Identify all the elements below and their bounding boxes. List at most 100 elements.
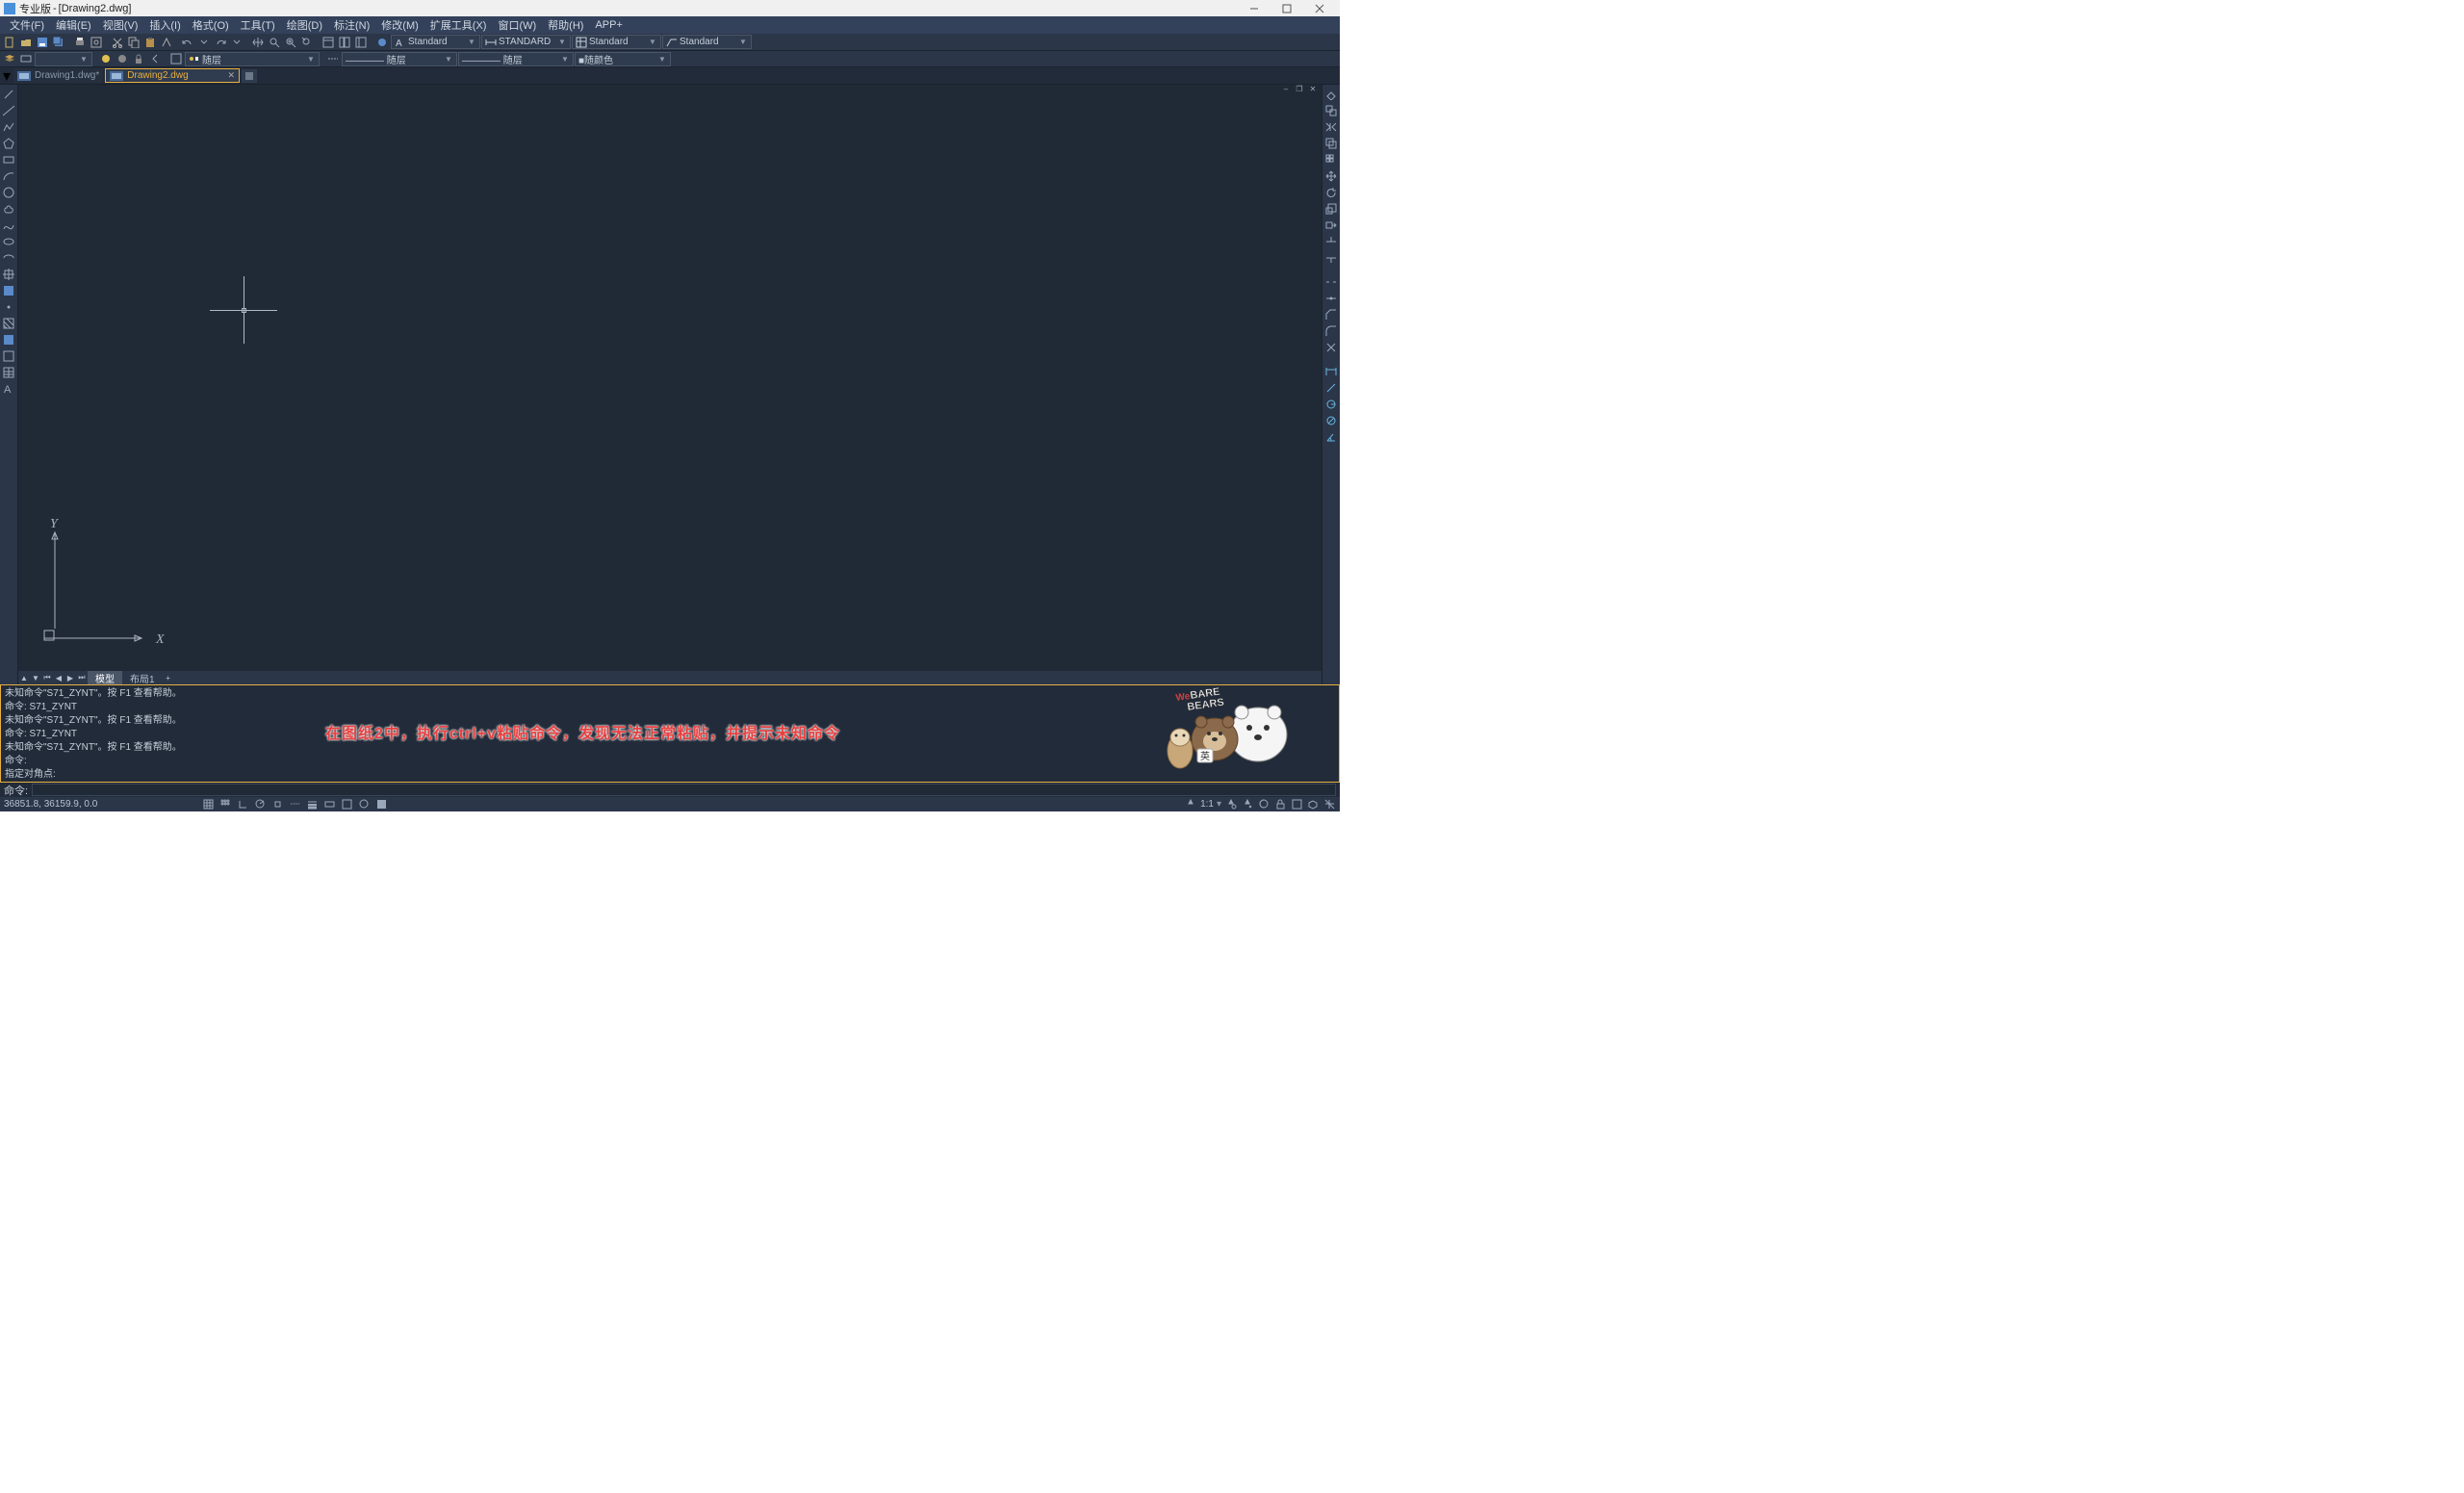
menu-tool[interactable]: 工具(T)	[235, 16, 281, 34]
offset-icon[interactable]	[1324, 136, 1339, 150]
drawing-canvas[interactable]: X Y	[18, 92, 1322, 671]
mleaderstyle-combo[interactable]: Standard ▼	[662, 35, 752, 49]
undo-icon[interactable]	[180, 35, 195, 49]
save-icon[interactable]	[35, 35, 50, 49]
circle-icon[interactable]	[2, 185, 16, 199]
ortho-icon[interactable]	[236, 798, 249, 811]
menu-insert[interactable]: 插入(I)	[143, 16, 186, 34]
mirror-icon[interactable]	[1324, 119, 1339, 134]
osnap-icon[interactable]	[270, 798, 284, 811]
menu-dim[interactable]: 标注(N)	[328, 16, 375, 34]
dim-dia-icon[interactable]	[1324, 413, 1339, 427]
layer-lock-icon[interactable]	[131, 52, 146, 66]
color-combo[interactable]: ■随颜色 ▼	[575, 52, 671, 66]
tab-drawing2[interactable]: Drawing2.dwg ✕	[105, 68, 240, 83]
menu-view[interactable]: 视图(V)	[97, 16, 144, 34]
lineweight-combo[interactable]: ———— 随层 ▼	[458, 52, 574, 66]
snap-icon[interactable]	[218, 798, 232, 811]
mtext-icon[interactable]: A	[2, 381, 16, 396]
menu-format[interactable]: 格式(O)	[187, 16, 235, 34]
close-icon[interactable]: ✕	[227, 72, 235, 80]
cut-icon[interactable]	[110, 35, 125, 49]
zoom-win-icon[interactable]	[283, 35, 298, 49]
menu-app[interactable]: APP+	[589, 16, 628, 34]
textstyle-combo[interactable]: A Standard ▼	[391, 35, 480, 49]
extend-icon[interactable]	[1324, 250, 1339, 265]
toolpal-icon[interactable]	[353, 35, 369, 49]
chamfer-icon[interactable]	[1324, 307, 1339, 322]
tab-drawing1[interactable]: Drawing1.dwg*	[13, 68, 103, 83]
redo-icon[interactable]	[213, 35, 228, 49]
sc-icon[interactable]	[357, 798, 371, 811]
menu-window[interactable]: 窗口(W)	[492, 16, 542, 34]
copy-obj-icon[interactable]	[1324, 103, 1339, 117]
fillet-icon[interactable]	[1324, 323, 1339, 338]
tab-add-button[interactable]	[242, 69, 257, 83]
join-icon[interactable]	[1324, 291, 1339, 305]
block-icon[interactable]	[2, 283, 16, 297]
doc-restore-icon[interactable]: ❐	[1295, 86, 1304, 92]
layer-freeze-icon[interactable]	[98, 52, 114, 66]
lwt-icon[interactable]	[305, 798, 319, 811]
trim-icon[interactable]	[1324, 234, 1339, 248]
dcenter-icon[interactable]	[337, 35, 352, 49]
layer-combo[interactable]: 随层 ▼	[185, 52, 320, 66]
ellipse-icon[interactable]	[2, 234, 16, 248]
clean-icon[interactable]	[1322, 798, 1336, 811]
rotate-icon[interactable]	[1324, 185, 1339, 199]
close-button[interactable]	[1303, 0, 1336, 16]
dimstyle-combo[interactable]: STANDARD ▼	[481, 35, 571, 49]
layout-1-tab[interactable]: 布局1	[122, 671, 163, 684]
layer-iso-icon[interactable]	[168, 52, 184, 66]
layout-nav-down-icon[interactable]: ▼	[30, 672, 41, 683]
new-icon[interactable]	[2, 35, 17, 49]
hatch-icon[interactable]	[2, 316, 16, 330]
doc-minimize-icon[interactable]: –	[1281, 86, 1291, 92]
array-icon[interactable]	[1324, 152, 1339, 167]
pline-icon[interactable]	[2, 119, 16, 134]
ws-icon[interactable]	[1257, 798, 1270, 811]
region-icon[interactable]	[2, 348, 16, 363]
layer-filter-combo[interactable]: ▼	[35, 52, 92, 66]
pan-icon[interactable]	[250, 35, 266, 49]
break-icon[interactable]	[1324, 274, 1339, 289]
layout-prev-icon[interactable]: ◀	[53, 672, 64, 683]
xline-icon[interactable]	[2, 103, 16, 117]
explode-icon[interactable]	[1324, 340, 1339, 354]
dim-aligned-icon[interactable]	[1324, 380, 1339, 395]
grid-icon[interactable]	[201, 798, 215, 811]
menu-ext[interactable]: 扩展工具(X)	[424, 16, 493, 34]
layout-first-icon[interactable]: ⏮	[41, 672, 53, 683]
arc-icon[interactable]	[2, 168, 16, 183]
render-icon[interactable]	[374, 35, 390, 49]
revcloud-icon[interactable]	[2, 201, 16, 216]
ellipse-arc-icon[interactable]	[2, 250, 16, 265]
hw-icon[interactable]	[1290, 798, 1303, 811]
dim-ang-icon[interactable]	[1324, 429, 1339, 444]
menu-file[interactable]: 文件(F)	[4, 16, 50, 34]
preview-icon[interactable]	[89, 35, 104, 49]
tablestyle-combo[interactable]: Standard ▼	[572, 35, 661, 49]
otrack-icon[interactable]	[288, 798, 301, 811]
menu-draw[interactable]: 绘图(D)	[281, 16, 328, 34]
layer-mgr-icon[interactable]	[2, 52, 17, 66]
maximize-button[interactable]	[1270, 0, 1303, 16]
linetype-combo[interactable]: ———— 随层 ▼	[342, 52, 457, 66]
annoauto-icon[interactable]	[1241, 798, 1254, 811]
tab-list-button[interactable]: ▾	[2, 69, 12, 83]
polygon-icon[interactable]	[2, 136, 16, 150]
open-icon[interactable]	[18, 35, 34, 49]
point-icon[interactable]	[2, 299, 16, 314]
layout-next-icon[interactable]: ▶	[64, 672, 76, 683]
polar-icon[interactable]	[253, 798, 267, 811]
layout-nav-up-icon[interactable]: ▲	[18, 672, 30, 683]
menu-modify[interactable]: 修改(M)	[375, 16, 424, 34]
gradient-icon[interactable]	[2, 332, 16, 347]
zoom-prev-icon[interactable]	[299, 35, 315, 49]
table-icon[interactable]	[2, 365, 16, 379]
menu-help[interactable]: 帮助(H)	[542, 16, 589, 34]
model-icon[interactable]	[374, 798, 388, 811]
layer-states-icon[interactable]	[18, 52, 34, 66]
dyn-icon[interactable]	[322, 798, 336, 811]
spline-icon[interactable]	[2, 218, 16, 232]
